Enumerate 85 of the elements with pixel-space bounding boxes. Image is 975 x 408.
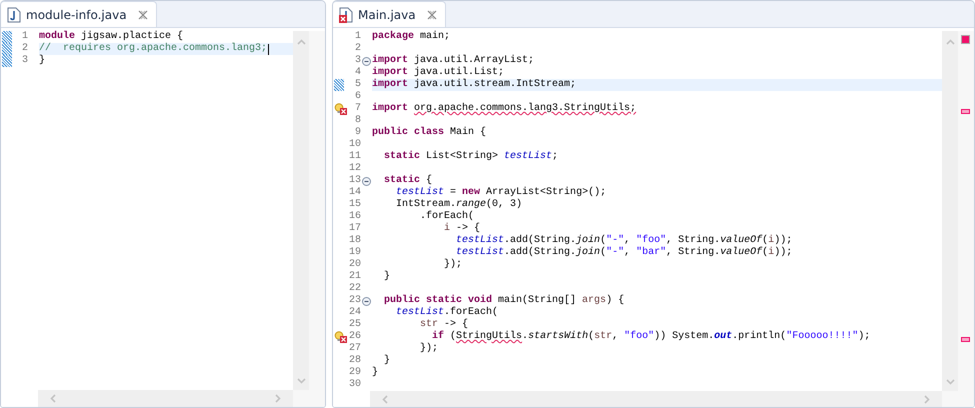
scroll-up-icon[interactable] [296,39,306,45]
lightbulb-error-icon[interactable] [334,331,347,343]
code-line: static List<String> testList; [383,151,558,163]
line-number: 22 [348,283,361,295]
code-line: } [372,367,378,379]
code-line: testList.add(String.join("-", "foo", String.valueOf(i)); [455,235,792,246]
line-number: 14 [348,187,361,199]
collapse-icon[interactable] [362,56,371,66]
line-number: 1 [354,31,361,43]
tab-title[interactable]: Main.java [358,8,416,22]
line-number: 30 [348,379,361,391]
collapse-icon[interactable] [362,176,371,186]
code-line: testList.add(String.join("-", "bar", String.valueOf(i)); [455,247,792,258]
horizontal-scrollbar[interactable] [38,390,293,407]
line-number: 15 [348,199,361,211]
code-line: IntStream.range(0, 3) [395,199,522,210]
line-number: 21 [348,271,361,283]
code-line: } [383,271,390,283]
code-line: import java.util.List; [372,67,504,78]
code-line: import org.apache.commons.lang3.StringUtils; [372,103,636,115]
code-line: import java.util.stream.IntStream; [372,79,576,91]
error-mark[interactable] [961,109,970,114]
line-number: 12 [348,163,361,175]
line-number: 19 [348,247,361,259]
code-line: } [383,355,390,367]
scroll-right-icon[interactable] [924,395,930,404]
line-number: 29 [348,367,361,379]
line-number: 25 [348,319,361,331]
tab-title[interactable]: module-info.java [26,8,127,22]
scroll-left-icon[interactable] [382,395,388,404]
scroll-right-icon[interactable] [275,394,281,403]
code-line: public class Main { [372,127,486,139]
code-line: if (StringUtils.startsWith(str, "foo")) System.out.println("Fooooo!!!!"); [431,331,870,342]
code-line: module jigsaw.plactice { [39,31,184,42]
editor-tab[interactable]: module-info.java [1,1,157,27]
scroll-down-icon[interactable] [296,378,306,384]
line-number: 11 [348,151,361,163]
code-line: i -> { [443,223,480,234]
code-line: testList = new ArrayList<String>(); [395,187,606,198]
code-line: import java.util.ArrayList; [372,55,534,66]
scroll-down-icon[interactable] [946,379,954,385]
lightbulb-error-icon[interactable] [334,103,347,115]
line-number: 5 [354,79,361,91]
line-number: 6 [354,91,361,103]
line-number: 2 [354,43,361,55]
code-line: public static void main(String[] args) { [383,295,624,306]
line-number: 1 [20,31,28,43]
line-number: 4 [354,67,361,79]
line-number: 18 [348,235,361,247]
line-number: 27 [348,343,361,355]
code-line: package main; [372,31,450,43]
vertical-scrollbar[interactable] [942,31,958,391]
line-number: 26 [348,331,361,343]
editor-tab[interactable]: Main.java [333,1,446,27]
code-line: testList.forEach( [395,307,498,318]
line-number: 3 [354,55,361,67]
line-number: 24 [348,307,361,319]
close-icon[interactable] [138,10,148,20]
error-summary-icon[interactable] [961,35,970,44]
vertical-scrollbar[interactable] [293,31,309,390]
line-number: 10 [348,139,361,151]
code-line: }); [443,259,462,271]
code-line: str -> { [419,319,468,330]
line-number: 16 [348,211,361,223]
close-icon[interactable] [426,10,437,20]
line-number: 7 [354,103,361,115]
code-line: .forEach( [419,211,474,222]
line-number: 23 [348,295,361,307]
code-line: static { [383,175,432,186]
error-mark[interactable] [961,337,970,342]
line-number: 8 [354,115,361,127]
scroll-left-icon[interactable] [50,394,56,403]
line-number: 28 [348,355,361,367]
line-number: 20 [348,259,361,271]
horizontal-scrollbar[interactable] [370,391,942,407]
line-number: 2 [20,43,28,55]
line-number: 3 [20,55,28,67]
line-number: 9 [354,127,361,139]
scroll-up-icon[interactable] [946,39,954,45]
line-number: 17 [348,223,361,235]
collapse-icon[interactable] [362,296,371,306]
code-line: } [39,55,46,67]
line-number: 13 [348,175,361,187]
code-line: // requires org.apache.commons.lang3; [39,43,268,54]
code-line: }); [419,343,438,355]
